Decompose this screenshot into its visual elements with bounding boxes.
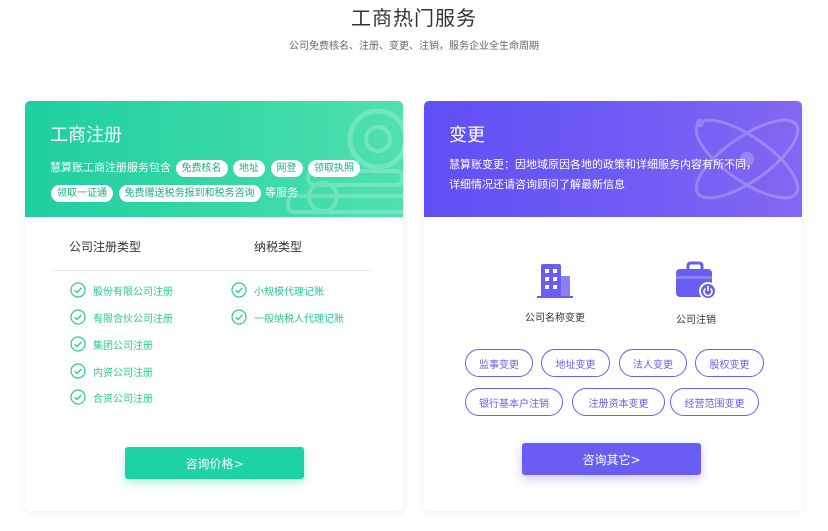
tag-free-name-check: 免费核名 [175,159,228,177]
tag-legal-person-change[interactable]: 法人变更 [619,349,687,377]
list-item-label: 内资公司注册 [93,367,153,379]
check-circle-icon [70,309,86,325]
list-item-label: 合资公司注册 [93,393,153,405]
service-company-name-change[interactable]: 公司名称变更 [505,261,605,324]
tag-supervisor-change[interactable]: 监事变更 [465,349,533,377]
service-label: 公司注销 [676,315,716,326]
briefcase-power-icon [676,261,717,300]
registration-intro-suffix: 等服务 [265,186,298,199]
tag-free-tax-consult: 免费赠送税务报到和税务咨询 [118,184,261,202]
tag-equity-change[interactable]: 股权变更 [695,349,764,377]
business-change-card: 变更 慧算账变更：因地域原因各地的政策和详细服务内容有所不同， 详细情况还请咨询… [424,101,802,511]
tag-online-registration: 网登 [270,159,303,177]
check-circle-icon [70,336,86,352]
registration-intro-prefix: 慧算账工商注册服务包含 [50,161,171,174]
list-item: 内资公司注册 [70,363,153,379]
list-divider [53,270,371,271]
company-type-heading: 公司注册类型 [69,240,142,254]
page-title: 工商热门服务 [351,6,477,30]
list-item: 有限合伙公司注册 [70,309,173,325]
list-item-label: 股份有限公司注册 [93,286,173,298]
registration-intro-line1: 慧算账工商注册服务包含 免费核名 地址 网登 领取执照 [50,159,361,177]
tag-bank-account-cancel[interactable]: 银行基本户注销 [465,388,563,416]
list-item: 合资公司注册 [70,389,153,405]
service-label: 公司名称变更 [525,313,585,324]
business-registration-card: 工商注册 慧算账工商注册服务包含 免费核名 地址 网登 领取执照 领取一证通 免… [25,101,403,511]
building-icon [537,264,573,298]
tag-registered-capital-change[interactable]: 注册资本变更 [572,388,665,416]
list-item-label: 有限合伙公司注册 [93,313,173,325]
tax-type-heading: 纳税类型 [254,240,303,254]
list-item: 一般纳税人代理记账 [231,309,344,325]
check-circle-icon [70,389,86,405]
registration-card-title: 工商注册 [50,125,122,146]
tag-address: 地址 [233,159,265,177]
list-item: 股份有限公司注册 [70,282,173,298]
list-item-label: 小规模代理记账 [254,286,324,298]
page-subtitle: 公司免费核名、注册、变更、注销，服务企业全生命周期 [289,41,539,52]
change-card-header: 变更 慧算账变更：因地域原因各地的政策和详细服务内容有所不同， 详细情况还请咨询… [424,101,802,217]
tag-business-scope-change[interactable]: 经营范围变更 [670,388,759,416]
registration-card-header: 工商注册 慧算账工商注册服务包含 免费核名 地址 网登 领取执照 领取一证通 免… [25,101,403,217]
change-desc-line2: 详细情况还请咨询顾问了解最新信息 [449,178,625,191]
check-circle-icon [231,309,247,325]
check-circle-icon [70,282,86,298]
list-item-label: 一般纳税人代理记账 [254,313,344,325]
list-item-label: 集团公司注册 [93,340,153,352]
change-card-title: 变更 [449,125,485,146]
check-circle-icon [70,363,86,379]
list-item: 小规模代理记账 [231,282,324,298]
list-item: 集团公司注册 [70,336,153,352]
tag-address-change[interactable]: 地址变更 [541,349,610,377]
registration-intro-line2: 领取一证通 免费赠送税务报到和税务咨询 等服务 [50,184,298,202]
change-desc-line1: 慧算账变更：因地域原因各地的政策和详细服务内容有所不同， [449,158,757,171]
tag-get-yizhengtong: 领取一证通 [51,184,113,202]
consult-price-button[interactable]: 咨询价格> [125,447,304,479]
check-circle-icon [231,282,247,298]
service-company-deregistration[interactable]: 公司注销 [646,261,746,326]
tag-get-license: 领取执照 [308,159,360,177]
consult-other-button[interactable]: 咨询其它> [522,443,701,475]
